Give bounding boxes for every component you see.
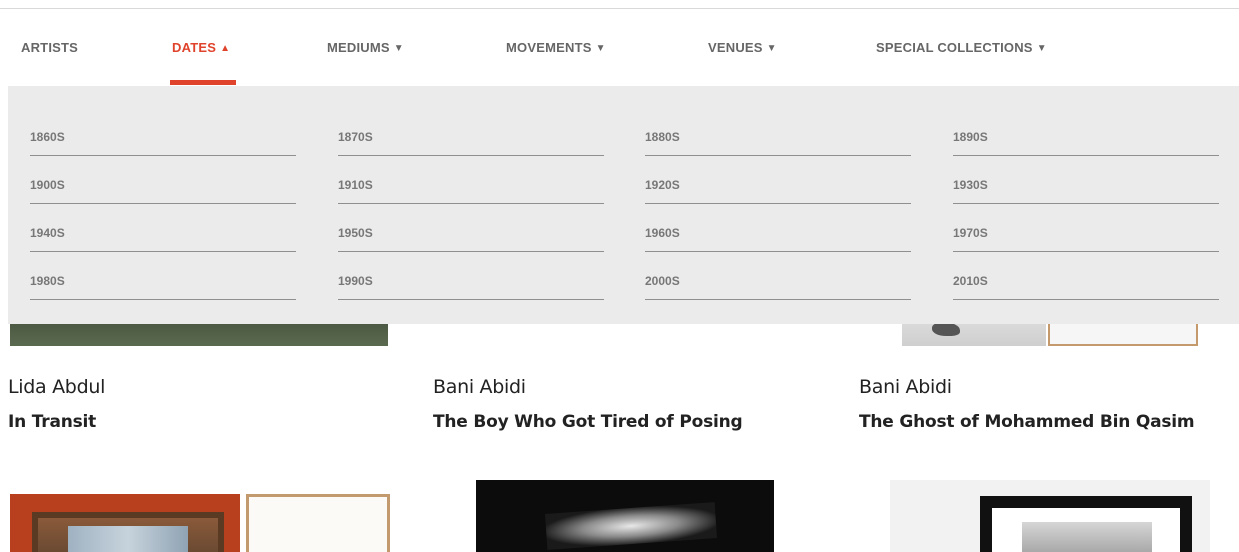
- date-link-label: 1990S: [338, 274, 373, 288]
- date-link-1980s[interactable]: 1980S: [30, 264, 296, 300]
- artwork-image-television-installation[interactable]: [10, 494, 240, 552]
- artwork-title[interactable]: In Transit: [8, 412, 96, 432]
- date-link-2010s[interactable]: 2010S: [953, 264, 1219, 300]
- artwork-artist-name[interactable]: Bani Abidi: [433, 376, 526, 398]
- date-link-label: 1920S: [645, 178, 680, 192]
- active-tab-indicator: [170, 80, 236, 85]
- nav-artists[interactable]: ARTISTS: [21, 40, 78, 55]
- artwork-black-frame: [980, 496, 1192, 552]
- date-link-label: 1900S: [30, 178, 65, 192]
- date-link-1860s[interactable]: 1860S: [30, 120, 296, 156]
- date-link-label: 1980S: [30, 274, 65, 288]
- date-link-1990s[interactable]: 1990S: [338, 264, 604, 300]
- nav-artists-label: ARTISTS: [21, 40, 79, 55]
- date-link-label: 1890S: [953, 130, 988, 144]
- date-link-label: 2010S: [953, 274, 988, 288]
- date-link-1880s[interactable]: 1880S: [645, 120, 911, 156]
- nav-dates-label: DATES: [172, 40, 217, 55]
- nav-mediums[interactable]: MEDIUMS ▼: [327, 40, 404, 55]
- date-link-label: 1880S: [645, 130, 680, 144]
- date-link-2000s[interactable]: 2000S: [645, 264, 911, 300]
- nav-venues[interactable]: VENUES ▼: [708, 40, 777, 55]
- date-link-label: 1930S: [953, 178, 988, 192]
- dates-dropdown: 1860S 1870S 1880S 1890S 1900S 1910S 1920…: [8, 86, 1239, 324]
- artwork-image-framed-photo[interactable]: [890, 480, 1210, 552]
- date-link-1960s[interactable]: 1960S: [645, 216, 911, 252]
- artwork-photo-print: [1022, 522, 1152, 552]
- nav-dates[interactable]: DATES ▲: [172, 40, 230, 55]
- artwork-image-framed-paper[interactable]: [246, 494, 390, 552]
- nav-mediums-label: MEDIUMS: [327, 40, 390, 55]
- caret-down-icon: ▼: [1036, 43, 1047, 54]
- date-link-label: 1910S: [338, 178, 373, 192]
- nav-special-collections[interactable]: SPECIAL COLLECTIONS ▼: [876, 40, 1047, 55]
- date-link-label: 1940S: [30, 226, 65, 240]
- date-link-1950s[interactable]: 1950S: [338, 216, 604, 252]
- artwork-light-burst: [544, 502, 718, 550]
- nav-movements-label: MOVEMENTS: [506, 40, 592, 55]
- artwork-artist-name[interactable]: Lida Abdul: [8, 376, 105, 398]
- caret-down-icon: ▼: [595, 43, 606, 54]
- date-link-1900s[interactable]: 1900S: [30, 168, 296, 204]
- top-divider: [0, 8, 1239, 9]
- date-link-label: 1950S: [338, 226, 373, 240]
- date-link-1920s[interactable]: 1920S: [645, 168, 911, 204]
- date-link-1940s[interactable]: 1940S: [30, 216, 296, 252]
- artwork-tv-cabinet: [32, 512, 224, 552]
- artwork-artist-name[interactable]: Bani Abidi: [859, 376, 952, 398]
- date-link-label: 1860S: [30, 130, 65, 144]
- date-link-1930s[interactable]: 1930S: [953, 168, 1219, 204]
- date-link-1910s[interactable]: 1910S: [338, 168, 604, 204]
- date-link-1890s[interactable]: 1890S: [953, 120, 1219, 156]
- date-link-label: 1970S: [953, 226, 988, 240]
- collection-nav: ARTISTS DATES ▲ MEDIUMS ▼ MOVEMENTS ▼ VENUE…: [0, 30, 1239, 86]
- artwork-title[interactable]: The Boy Who Got Tired of Posing: [433, 412, 743, 432]
- date-link-1970s[interactable]: 1970S: [953, 216, 1219, 252]
- date-link-label: 1960S: [645, 226, 680, 240]
- nav-special-collections-label: SPECIAL COLLECTIONS: [876, 40, 1033, 55]
- caret-down-icon: ▼: [766, 43, 777, 54]
- date-link-label: 1870S: [338, 130, 373, 144]
- caret-down-icon: ▼: [393, 43, 404, 54]
- artwork-tv-screen: [68, 526, 188, 552]
- caret-up-icon: ▲: [220, 43, 231, 54]
- date-link-label: 2000S: [645, 274, 680, 288]
- artwork-title[interactable]: The Ghost of Mohammed Bin Qasim: [859, 412, 1195, 432]
- nav-movements[interactable]: MOVEMENTS ▼: [506, 40, 606, 55]
- nav-venues-label: VENUES: [708, 40, 763, 55]
- artwork-figure: [932, 322, 960, 336]
- artwork-image-black-and-white-photo[interactable]: [476, 480, 774, 552]
- date-link-1870s[interactable]: 1870S: [338, 120, 604, 156]
